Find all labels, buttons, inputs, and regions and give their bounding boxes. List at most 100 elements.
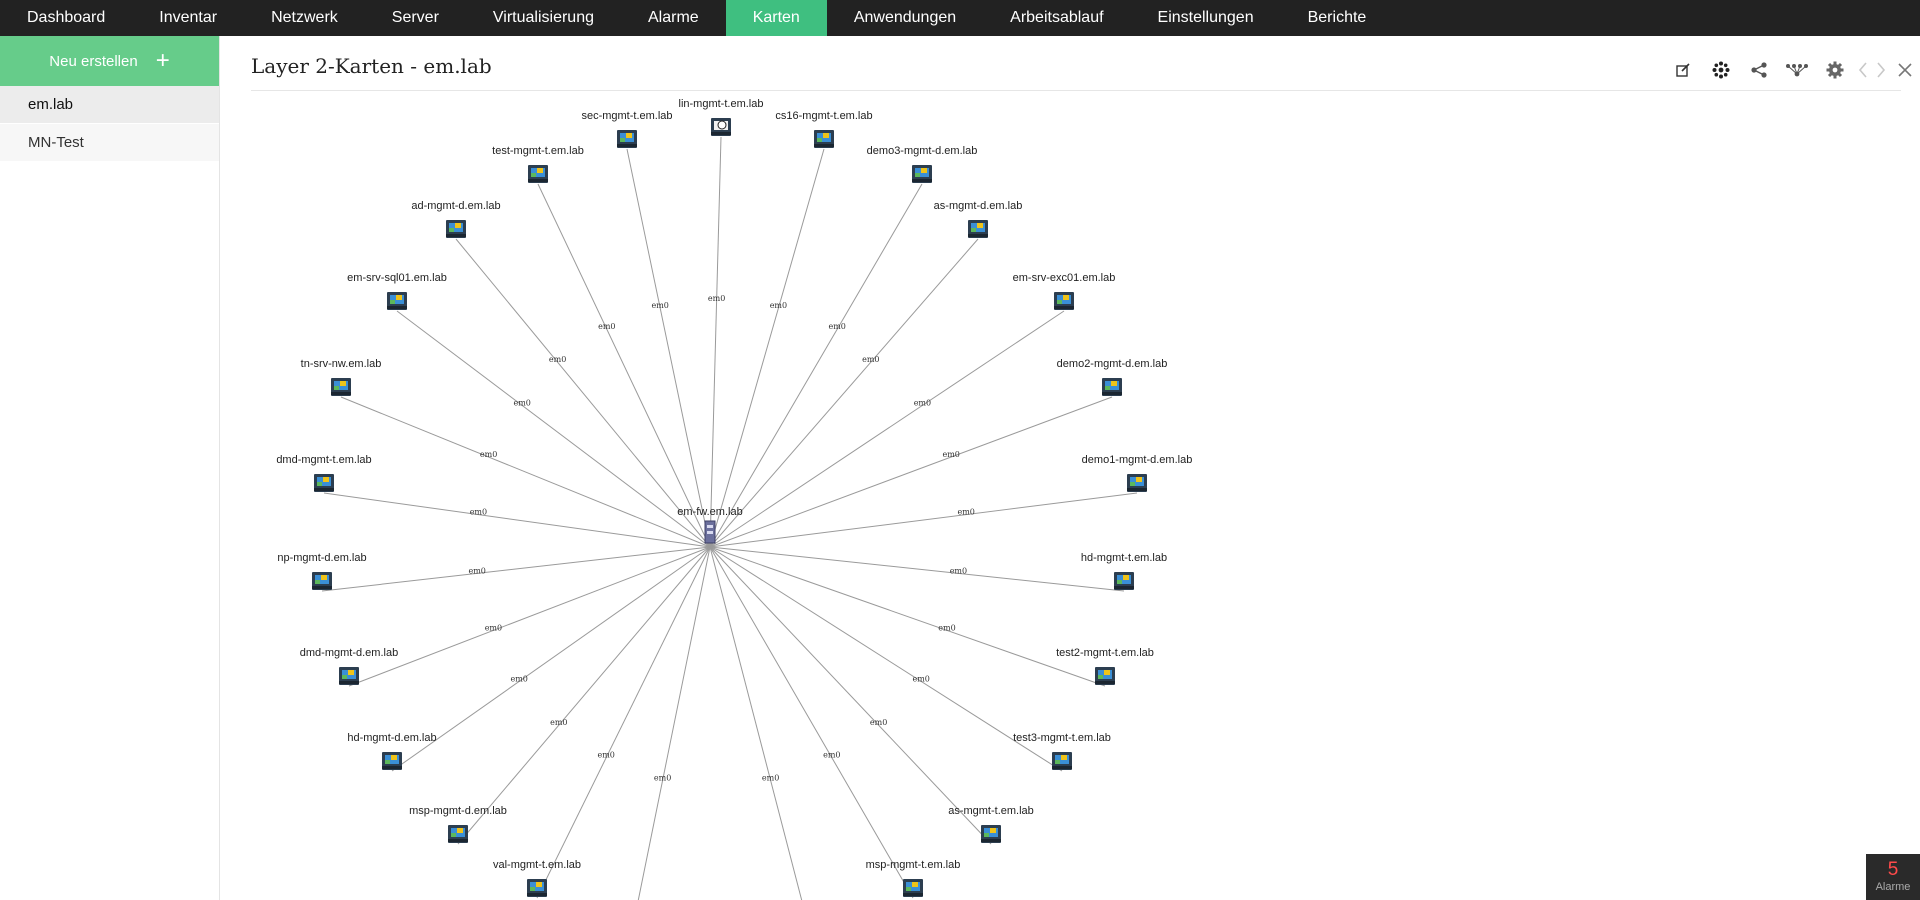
server-icon xyxy=(382,752,402,770)
main-content: em0 em0 em0 em0 em0 em0 em0 em0 em0 em0 em0 em0 em0 e… xyxy=(221,36,1920,900)
network-link xyxy=(709,546,992,845)
node-layer: sec-mgmt-t.em.lab lin-mgmt-t.em.lab cs16-m… xyxy=(276,98,1192,897)
node-label: em-srv-sql01.em.lab xyxy=(347,272,447,284)
network-link xyxy=(709,492,1138,548)
server-icon xyxy=(387,292,407,310)
topology-icon[interactable] xyxy=(1778,58,1816,82)
map-node[interactable]: as-mgmt-d.em.lab xyxy=(934,200,1023,238)
map-node[interactable]: ad-mgmt-d.em.lab xyxy=(411,200,501,238)
interface-label: em0 xyxy=(654,773,671,782)
server-icon xyxy=(1102,378,1122,396)
nav-item-alarme[interactable]: Alarme xyxy=(621,0,726,36)
server-icon xyxy=(1127,474,1147,492)
node-label: dmd-mgmt-t.em.lab xyxy=(276,454,371,466)
nav-item-anwendungen[interactable]: Anwendungen xyxy=(827,0,983,36)
sidebar: Neu erstellen + em.lab MN-Test xyxy=(0,36,220,900)
server-icon xyxy=(312,572,332,590)
chevron-left-icon[interactable] xyxy=(1854,58,1872,82)
node-label: em-srv-exc01.em.lab xyxy=(1013,272,1116,284)
interface-label: em0 xyxy=(942,450,959,459)
map-node[interactable]: lin-mgmt-t.em.lab xyxy=(679,98,764,136)
title-divider xyxy=(251,90,1901,91)
interface-label: em0 xyxy=(651,301,668,310)
network-link xyxy=(709,238,979,548)
network-link xyxy=(537,183,711,548)
interface-label: em0 xyxy=(950,566,967,575)
network-link xyxy=(709,136,722,548)
node-label: tn-srv-nw.em.lab xyxy=(301,358,382,370)
page-title: Layer 2-Karten - em.lab xyxy=(251,54,492,78)
alarm-count: 5 xyxy=(1887,859,1899,880)
interface-label: em0 xyxy=(480,450,497,459)
node-label: test3-mgmt-t.em.lab xyxy=(1013,732,1111,744)
close-icon[interactable] xyxy=(1890,58,1920,82)
interface-label: em0 xyxy=(862,355,879,364)
map-node[interactable]: demo1-mgmt-d.em.lab xyxy=(1082,454,1193,492)
map-node[interactable]: test-mgmt-t.em.lab xyxy=(492,145,584,183)
nav-item-netzwerk[interactable]: Netzwerk xyxy=(244,0,365,36)
map-node[interactable]: demo2-mgmt-d.em.lab xyxy=(1057,358,1168,396)
map-node[interactable]: test2-mgmt-t.em.lab xyxy=(1056,647,1154,685)
nav-item-server[interactable]: Server xyxy=(365,0,466,36)
nav-item-einstellungen[interactable]: Einstellungen xyxy=(1131,0,1281,36)
server-icon xyxy=(814,130,834,148)
server-icon xyxy=(339,667,359,685)
network-link xyxy=(457,546,711,845)
map-node[interactable]: em-srv-sql01.em.lab xyxy=(347,272,447,310)
map-node[interactable]: dmd-mgmt-t.em.lab xyxy=(276,454,372,492)
map-node[interactable]: hd-mgmt-t.em.lab xyxy=(1081,552,1167,590)
alarm-counter[interactable]: 5 Alarme xyxy=(1866,854,1920,900)
map-node[interactable]: msp-mgmt-d.em.lab xyxy=(409,805,507,843)
nav-item-berichte[interactable]: Berichte xyxy=(1281,0,1394,36)
edit-icon[interactable] xyxy=(1664,58,1702,82)
layout-icon[interactable] xyxy=(1702,58,1740,82)
map-node[interactable]: np-mgmt-d.em.lab xyxy=(277,552,367,590)
network-link xyxy=(323,492,711,548)
interface-label: em0 xyxy=(468,566,485,575)
node-label: demo2-mgmt-d.em.lab xyxy=(1057,358,1168,370)
node-label: as-mgmt-t.em.lab xyxy=(948,805,1034,817)
interface-label: em0 xyxy=(598,322,615,331)
center-node-label: em-fw.em.lab xyxy=(677,506,742,518)
nav-item-dashboard[interactable]: Dashboard xyxy=(0,0,132,36)
node-label: as-mgmt-d.em.lab xyxy=(934,200,1023,212)
nav-item-karten[interactable]: Karten xyxy=(725,0,827,36)
map-toolbar xyxy=(1664,58,1920,82)
interface-label: em0 xyxy=(912,674,929,683)
network-link xyxy=(709,310,1065,548)
map-node[interactable]: em-srv-exc01.em.lab xyxy=(1013,272,1116,310)
node-label: msp-mgmt-t.em.lab xyxy=(866,859,961,871)
network-link xyxy=(709,546,1063,772)
map-node[interactable]: tn-srv-nw.em.lab xyxy=(301,358,382,396)
nav-item-inventar[interactable]: Inventar xyxy=(132,0,244,36)
server-icon xyxy=(528,165,548,183)
network-link xyxy=(709,183,923,548)
chevron-right-icon[interactable] xyxy=(1872,58,1890,82)
map-node[interactable]: val-mgmt-t.em.lab xyxy=(493,859,581,897)
map-node[interactable]: dmd-mgmt-d.em.lab xyxy=(300,647,398,685)
node-label: lin-mgmt-t.em.lab xyxy=(679,98,764,110)
map-node[interactable]: cs16-mgmt-t.em.lab xyxy=(775,110,873,148)
network-link xyxy=(709,148,825,548)
interface-label: em0 xyxy=(550,718,567,727)
node-label: test2-mgmt-t.em.lab xyxy=(1056,647,1154,659)
new-map-button[interactable]: Neu erstellen + xyxy=(0,36,219,86)
map-node[interactable]: hd-mgmt-d.em.lab xyxy=(347,732,437,770)
nav-item-arbeitsablauf[interactable]: Arbeitsablauf xyxy=(983,0,1130,36)
server-icon xyxy=(981,825,1001,843)
interface-label-layer: em0 em0 em0 em0 em0 em0 em0 em0 em0 em0 em0 em0 em0 e… xyxy=(468,294,974,782)
node-label: hd-mgmt-t.em.lab xyxy=(1081,552,1167,564)
server-icon xyxy=(1095,667,1115,685)
map-node[interactable]: test3-mgmt-t.em.lab xyxy=(1013,732,1111,770)
settings-icon[interactable] xyxy=(1816,58,1854,82)
map-node[interactable]: demo3-mgmt-d.em.lab xyxy=(867,145,978,183)
nav-item-virtualisierung[interactable]: Virtualisierung xyxy=(466,0,621,36)
server-icon xyxy=(1114,572,1134,590)
map-list-item[interactable]: MN-Test xyxy=(0,124,219,162)
server-icon xyxy=(446,220,466,238)
share-icon[interactable] xyxy=(1740,58,1778,82)
map-list-item[interactable]: em.lab xyxy=(0,86,219,124)
map-node[interactable]: as-mgmt-t.em.lab xyxy=(948,805,1034,843)
map-node[interactable]: sec-mgmt-t.em.lab xyxy=(581,110,673,148)
map-node[interactable]: msp-mgmt-t.em.lab xyxy=(866,859,961,897)
